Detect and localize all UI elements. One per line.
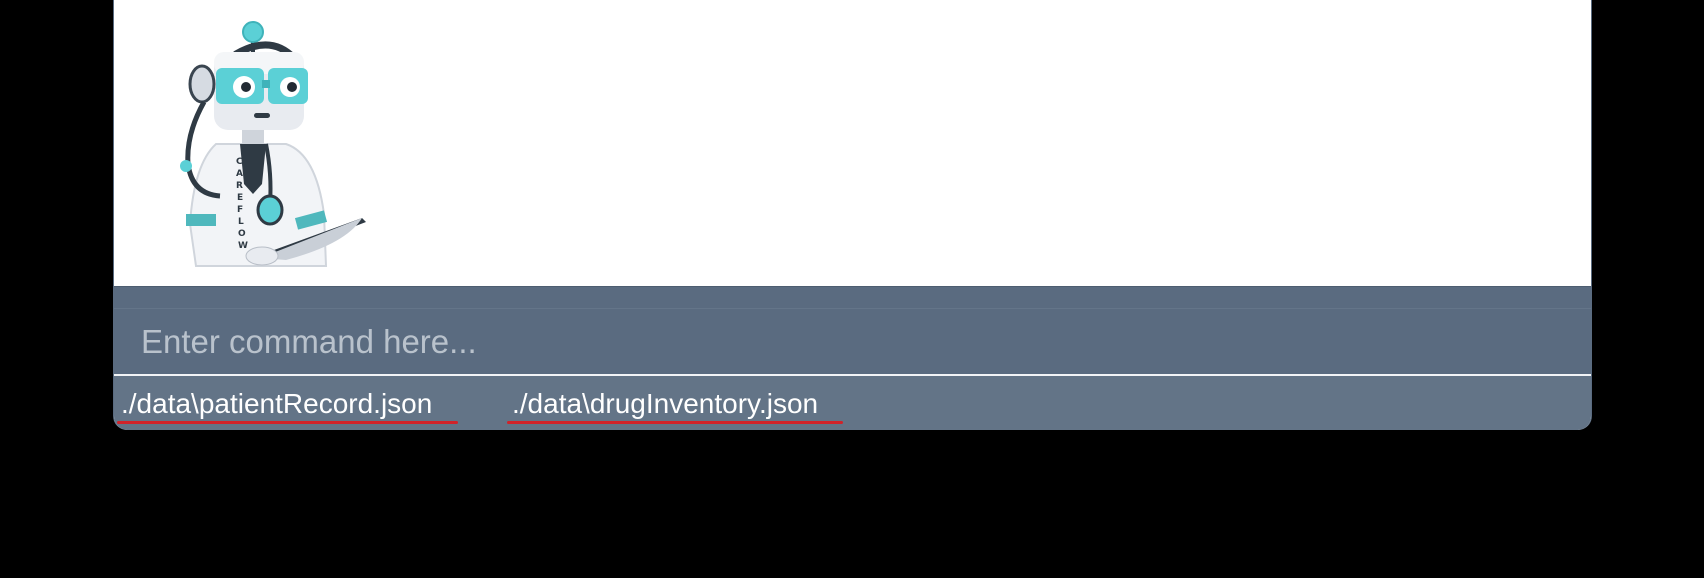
drug-inventory-path[interactable]: ./data\drugInventory.json	[512, 390, 818, 418]
svg-text:E: E	[237, 193, 243, 203]
command-input[interactable]	[114, 309, 1591, 375]
svg-text:O: O	[238, 229, 246, 239]
status-bar: ./data\patientRecord.json ./data\drugInv…	[114, 376, 1591, 430]
chat-display-area: C A R E F L O W	[114, 0, 1591, 286]
app-window: C A R E F L O W ./data\patien	[113, 0, 1592, 430]
patient-record-path[interactable]: ./data\patientRecord.json	[121, 390, 432, 418]
svg-text:R: R	[236, 181, 243, 191]
svg-text:A: A	[236, 169, 243, 179]
error-underline	[117, 421, 458, 424]
error-underline	[507, 421, 843, 424]
svg-text:F: F	[237, 205, 243, 215]
svg-text:C: C	[236, 157, 243, 167]
robot-doctor-icon: C A R E F L O W	[180, 21, 366, 267]
command-panel	[114, 286, 1591, 376]
svg-text:L: L	[238, 217, 244, 227]
svg-text:W: W	[238, 241, 248, 251]
